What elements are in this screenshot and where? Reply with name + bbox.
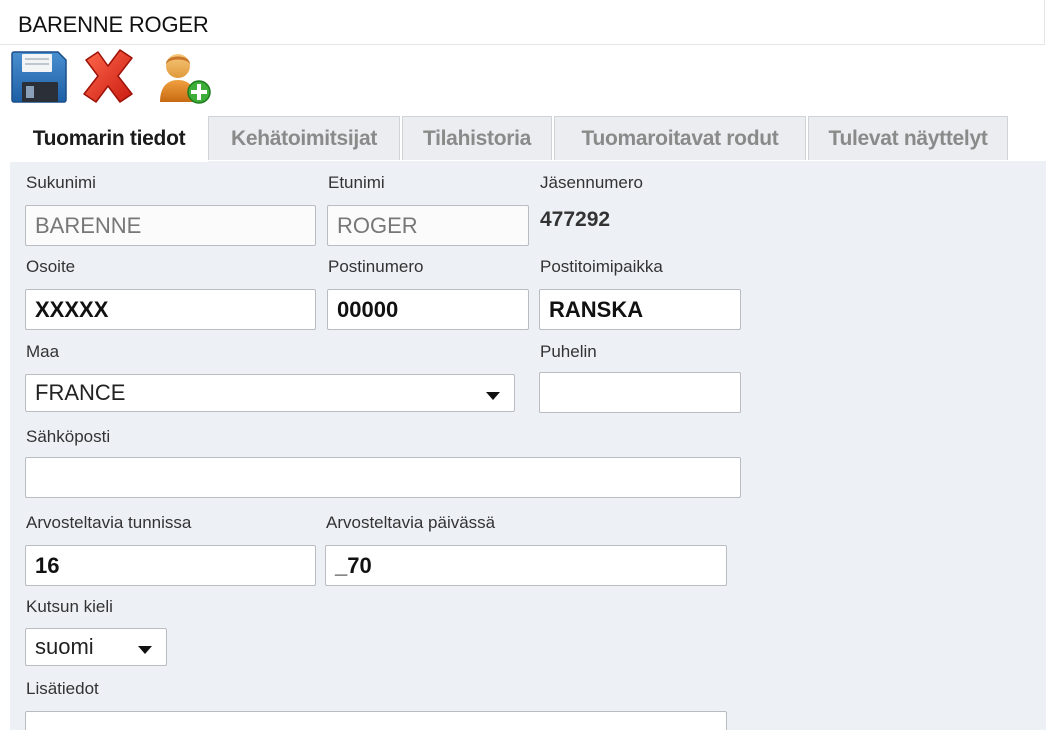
red-x-icon [83, 49, 133, 103]
tab-tilahistoria[interactable]: Tilahistoria [402, 116, 552, 160]
kutsun-kieli-label: Kutsun kieli [26, 597, 113, 616]
tab-kehatoimitsijat[interactable]: Kehätoimitsijat [208, 116, 400, 160]
postinumero-field[interactable]: 00000 [327, 289, 529, 330]
puhelin-label: Puhelin [540, 342, 597, 361]
maa-selected-value: FRANCE [35, 380, 126, 405]
chevron-down-icon [486, 392, 500, 400]
jasennumero-value: 477292 [540, 208, 611, 231]
tab-tuomaroitavat-rodut[interactable]: Tuomaroitavat rodut [554, 116, 806, 160]
sukunimi-label: Sukunimi [26, 173, 96, 192]
sahkoposti-field[interactable] [25, 457, 741, 498]
lisatiedot-field[interactable] [25, 711, 727, 730]
arvosteltavia-paivassa-label: Arvosteltavia päivässä [326, 513, 496, 532]
maa-label: Maa [26, 342, 60, 361]
etunimi-label: Etunimi [328, 173, 385, 192]
jasennumero-label: Jäsennumero [540, 173, 644, 192]
tab-bar: Tuomarin tiedot Kehätoimitsijat Tilahist… [10, 116, 1008, 162]
postitoimipaikka-label: Postitoimipaikka [540, 257, 663, 276]
osoite-label: Osoite [26, 257, 76, 276]
lisatiedot-label: Lisätiedot [26, 679, 99, 698]
osoite-field[interactable]: XXXXX [25, 289, 316, 330]
kutsun-kieli-selected-value: suomi [35, 634, 94, 659]
arvosteltavia-tunnissa-field[interactable]: 16 [25, 545, 316, 586]
chevron-down-icon [138, 646, 152, 654]
add-user-button[interactable] [154, 46, 214, 106]
page-title: BARENNE ROGER [18, 12, 209, 37]
arvosteltavia-paivassa-field[interactable]: _70 [325, 545, 727, 586]
arvosteltavia-tunnissa-label: Arvosteltavia tunnissa [26, 513, 192, 532]
sahkoposti-label: Sähköposti [26, 427, 111, 446]
save-button[interactable] [10, 46, 70, 106]
postinumero-label: Postinumero [328, 257, 424, 276]
sukunimi-field[interactable]: BARENNE [25, 205, 316, 246]
tab-tulevat-nayttelyt[interactable]: Tulevat näyttelyt [808, 116, 1008, 160]
tab-tuomarin-tiedot[interactable]: Tuomarin tiedot [10, 116, 208, 162]
postitoimipaikka-field[interactable]: RANSKA [539, 289, 741, 330]
add-user-icon [160, 54, 211, 104]
title-bar: BARENNE ROGER [0, 0, 1045, 45]
delete-button[interactable] [78, 46, 138, 106]
maa-select[interactable]: FRANCE [25, 374, 515, 412]
kutsun-kieli-select[interactable]: suomi [25, 628, 167, 666]
puhelin-field[interactable] [539, 372, 741, 413]
etunimi-field[interactable]: ROGER [327, 205, 529, 246]
floppy-disk-icon [11, 51, 67, 103]
